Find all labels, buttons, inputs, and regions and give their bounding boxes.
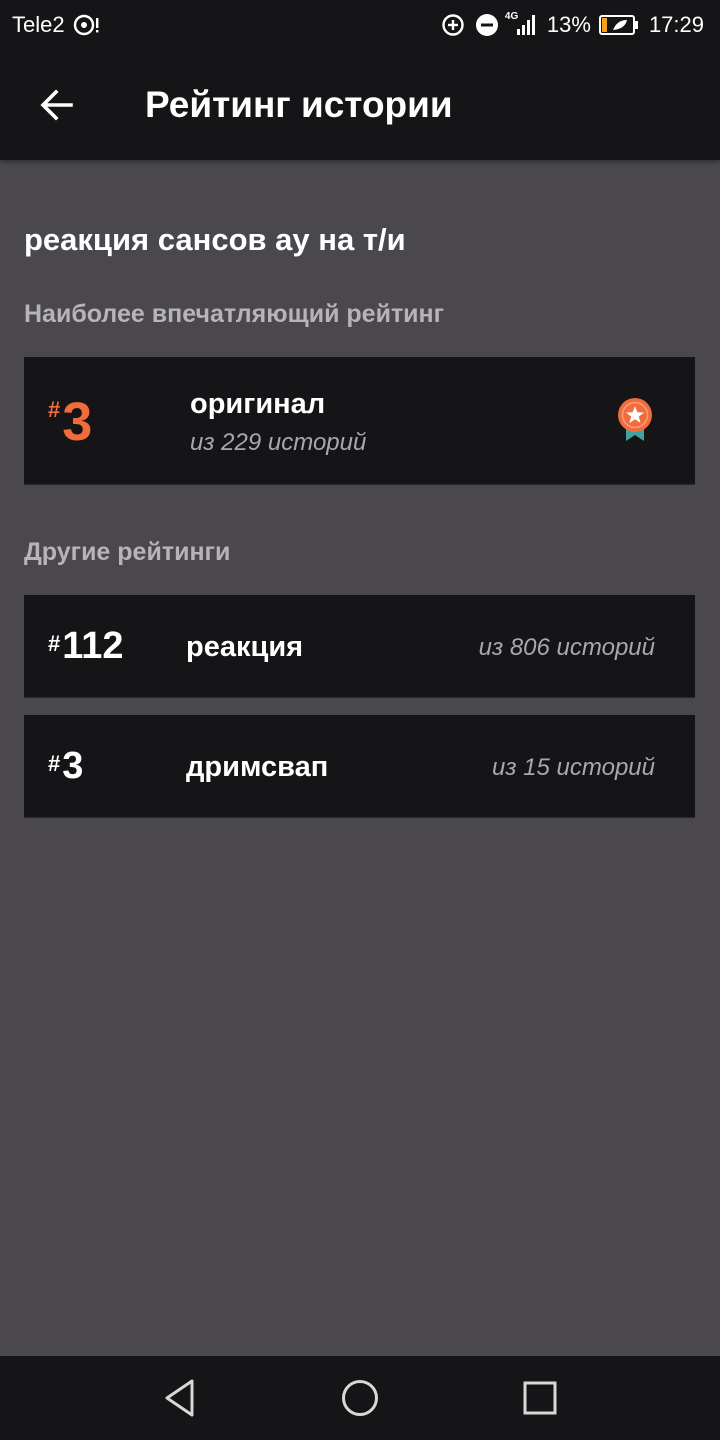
rank-hash: # bbox=[48, 751, 61, 776]
rank: #112 bbox=[48, 625, 124, 668]
system-navigation-bar bbox=[0, 1356, 720, 1440]
triangle-back-icon bbox=[165, 1379, 194, 1417]
best-rating-card[interactable]: #3 оригинал из 229 историй bbox=[24, 357, 695, 485]
out-of-count: из 15 историй bbox=[492, 754, 655, 781]
nav-recents-button[interactable] bbox=[512, 1370, 568, 1426]
clock: 17:29 bbox=[648, 12, 704, 37]
square-recents-icon bbox=[523, 1381, 557, 1415]
carrier-label: Tele2 bbox=[12, 12, 65, 37]
do-not-disturb-icon bbox=[475, 13, 499, 37]
rating-card[interactable]: #112 реакция из 806 историй bbox=[24, 595, 695, 698]
other-ratings-heading: Другие рейтинги bbox=[24, 538, 231, 566]
rank-hash: # bbox=[48, 631, 61, 656]
circle-home-icon bbox=[342, 1380, 378, 1416]
back-button[interactable] bbox=[28, 77, 84, 133]
status-bar: Tele2 4G 13% 17:29 bbox=[0, 0, 720, 50]
medal-star-icon bbox=[616, 397, 654, 448]
signal-icon: 4G bbox=[504, 11, 539, 37]
rank-hash: # bbox=[48, 397, 61, 422]
arrow-left-icon bbox=[40, 89, 73, 121]
rating-card[interactable]: #3 дримсвап из 15 историй bbox=[24, 715, 695, 818]
out-of-count: из 229 историй bbox=[190, 429, 367, 456]
nav-home-button[interactable] bbox=[332, 1370, 388, 1426]
page-title: Рейтинг истории bbox=[145, 84, 453, 125]
best-rating-heading: Наиболее впечатляющий рейтинг bbox=[24, 300, 445, 328]
app-bar: Рейтинг истории bbox=[0, 50, 720, 160]
best-rank: #3 bbox=[48, 391, 92, 453]
rank: #3 bbox=[48, 745, 83, 788]
network-type-label: 4G bbox=[504, 11, 519, 22]
category-name: оригинал bbox=[190, 388, 326, 420]
hotspot-icon bbox=[73, 13, 99, 37]
battery-percent: 13% bbox=[546, 12, 591, 37]
category-name: реакция bbox=[186, 631, 304, 663]
data-saver-icon bbox=[441, 13, 465, 37]
rank-number: 3 bbox=[62, 745, 84, 787]
nav-back-button[interactable] bbox=[152, 1370, 208, 1426]
battery-icon bbox=[598, 14, 639, 36]
rank-number: 112 bbox=[62, 625, 124, 667]
category-name: дримсвап bbox=[186, 751, 329, 783]
out-of-count: из 806 историй bbox=[478, 634, 655, 661]
rank-number: 3 bbox=[62, 392, 93, 452]
story-title: реакция сансов ау на т/и bbox=[24, 222, 406, 257]
